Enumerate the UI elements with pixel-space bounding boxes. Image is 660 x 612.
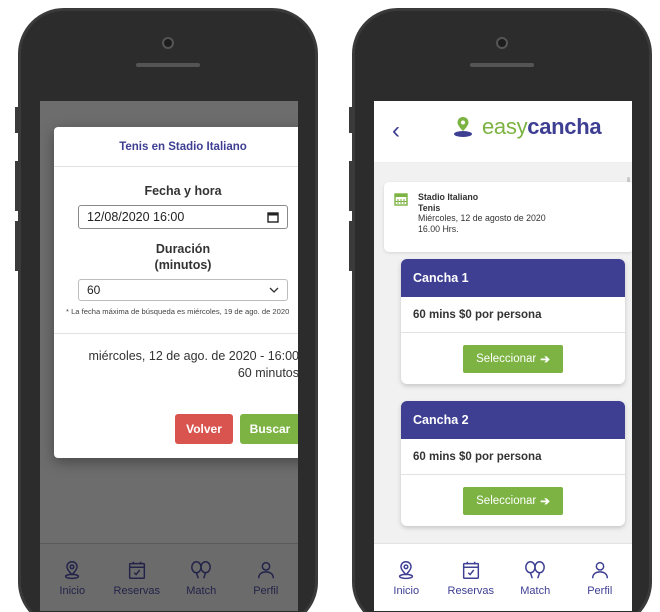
phone-frame-left: Tenis en Stadio Italiano Fecha y hora 12… (15, 8, 318, 612)
duration-select[interactable]: 60 (78, 279, 288, 301)
duration-label: Duración (minutos) (54, 241, 298, 273)
nav-item-inicio[interactable]: Inicio (44, 559, 100, 597)
location-pin-icon (65, 560, 80, 579)
modal-actions: Volver Buscar (175, 414, 298, 444)
bottom-nav: Inicio Reservas Match Perfil (40, 543, 298, 611)
calendar-icon (394, 193, 408, 206)
phone-side-button (349, 221, 353, 271)
summary-datetime: miércoles, 12 de ago. de 2020 - 16:00 (88, 349, 298, 363)
nav-label: Match (186, 584, 217, 597)
nav-item-match[interactable]: Match (173, 559, 229, 597)
court-action: Seleccionar ➔ (401, 475, 625, 526)
date-hint: * La fecha máxima de búsqueda es miércol… (66, 307, 290, 316)
calendar-check-icon (462, 561, 479, 579)
location-pin-icon (454, 117, 472, 137)
booking-date: Miércoles, 12 de agosto de 2020 (418, 213, 546, 223)
court-list[interactable]: Stadio Italiano Tenis Miércoles, 12 de a… (374, 163, 632, 543)
speaker (136, 63, 200, 67)
booking-info-text: Stadio Italiano Tenis Miércoles, 12 de a… (418, 192, 546, 252)
phone-side-button (15, 161, 19, 211)
calendar-check-icon (128, 561, 145, 579)
nav-label: Perfil (253, 584, 279, 597)
chevron-down-icon (269, 287, 279, 293)
app-name: easycancha (482, 114, 602, 140)
user-icon (257, 561, 274, 578)
court-action: Seleccionar ➔ (401, 333, 625, 384)
sport-name: Tenis (418, 202, 441, 213)
user-icon (591, 561, 608, 578)
duration-value: 60 (87, 283, 101, 297)
nav-item-reservas[interactable]: Reservas (109, 559, 165, 597)
logo-text-cancha: cancha (527, 114, 602, 139)
court-price: 60 mins $0 por persona (401, 439, 625, 475)
datetime-value: 12/08/2020 16:00 (87, 210, 185, 224)
app-header: ‹ easycancha (374, 101, 632, 163)
phone-side-button (15, 107, 19, 133)
court-name: Cancha 2 (401, 401, 625, 439)
nav-label: Inicio (393, 584, 420, 597)
arrow-right-icon: ➔ (540, 495, 550, 508)
nav-label: Perfil (587, 584, 613, 597)
camera (162, 37, 174, 49)
camera (496, 37, 508, 49)
booking-time: 16.00 Hrs. (418, 223, 459, 234)
search-button[interactable]: Buscar (240, 414, 298, 444)
back-button[interactable]: Volver (175, 414, 233, 444)
search-modal: Tenis en Stadio Italiano Fecha y hora 12… (54, 127, 298, 458)
tennis-racket-icon (191, 560, 212, 578)
phone-side-button (15, 221, 19, 271)
nav-label: Reservas (113, 584, 160, 597)
courts-screen: ‹ easycancha Stadio Italiano Tenis Miérc… (374, 101, 632, 611)
select-label: Seleccionar (476, 352, 537, 365)
app-logo: easycancha (450, 114, 602, 140)
select-court-button[interactable]: Seleccionar ➔ (463, 344, 563, 373)
nav-item-perfil[interactable]: Perfil (238, 559, 294, 597)
nav-item-inicio[interactable]: Inicio (378, 559, 434, 597)
select-label: Seleccionar (476, 494, 537, 507)
logo-text-easy: easy (482, 114, 528, 139)
search-summary: miércoles, 12 de ago. de 2020 - 16:00 60… (54, 333, 298, 382)
phone-side-button (349, 107, 353, 133)
booking-info-card: Stadio Italiano Tenis Miércoles, 12 de a… (384, 182, 632, 252)
bottom-nav: Inicio Reservas Match Perfil (374, 543, 632, 611)
calendar-icon (267, 212, 279, 223)
court-price: 60 mins $0 por persona (401, 297, 625, 333)
search-screen: Tenis en Stadio Italiano Fecha y hora 12… (40, 101, 298, 611)
court-card: Cancha 1 60 mins $0 por persona Seleccio… (401, 259, 625, 384)
phone-side-button (349, 161, 353, 211)
select-court-button[interactable]: Seleccionar ➔ (463, 486, 563, 515)
nav-label: Match (520, 584, 551, 597)
datetime-input[interactable]: 12/08/2020 16:00 (78, 205, 288, 229)
modal-title: Tenis en Stadio Italiano (54, 127, 298, 167)
nav-label: Inicio (59, 584, 86, 597)
phone-frame-right: ‹ easycancha Stadio Italiano Tenis Miérc… (349, 8, 652, 612)
nav-item-match[interactable]: Match (507, 559, 563, 597)
speaker (470, 63, 534, 67)
back-arrow-icon[interactable]: ‹ (392, 119, 410, 143)
nav-item-perfil[interactable]: Perfil (572, 559, 628, 597)
court-card: Cancha 2 60 mins $0 por persona Seleccio… (401, 401, 625, 526)
summary-duration: 60 minutos (237, 366, 298, 380)
datetime-label: Fecha y hora (144, 184, 222, 198)
venue-name: Stadio Italiano (418, 192, 479, 202)
nav-label: Reservas (447, 584, 494, 597)
nav-item-reservas[interactable]: Reservas (443, 559, 499, 597)
arrow-right-icon: ➔ (540, 353, 550, 366)
duration-label-line2: (minutos) (154, 258, 212, 272)
tennis-racket-icon (525, 560, 546, 578)
duration-label-line1: Duración (155, 242, 211, 256)
court-name: Cancha 1 (401, 259, 625, 297)
location-pin-icon (399, 560, 414, 579)
